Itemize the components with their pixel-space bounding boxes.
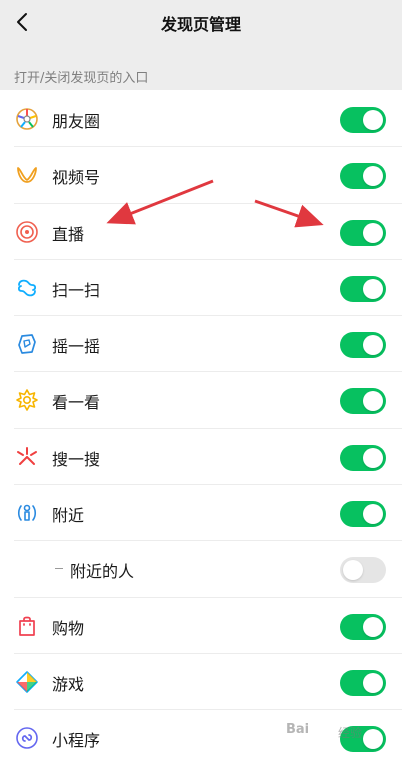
shake-icon (15, 332, 39, 356)
list-item-search[interactable]: 搜一搜 (0, 428, 402, 486)
game-icon (15, 670, 39, 694)
toggle-switch[interactable] (340, 388, 386, 415)
list-item-games[interactable]: 游戏 (0, 653, 402, 711)
list-item-nearby[interactable]: 附近 (0, 485, 402, 542)
shopping-bag-icon (15, 614, 39, 638)
toggle-switch[interactable] (340, 613, 386, 640)
list-item-scan[interactable]: 扫一扫 (0, 259, 402, 317)
toggle-knob (363, 110, 383, 130)
toggle-knob (363, 391, 383, 412)
section-header-text: 打开/关闭发现页的入口 (14, 71, 149, 86)
toggle-knob (363, 616, 383, 637)
moments-icon (15, 107, 39, 131)
toggle-switch[interactable] (340, 107, 386, 133)
toggle-switch[interactable] (340, 163, 386, 190)
toggle-switch[interactable] (340, 669, 386, 696)
list-item-label: 附近的人 (70, 562, 135, 582)
toggle-knob (343, 560, 363, 581)
toggle-knob (363, 166, 383, 187)
channels-icon (15, 163, 39, 187)
toggle-switch[interactable] (340, 332, 386, 359)
toggle-knob (363, 335, 383, 356)
list-item-label: 附近 (52, 506, 85, 526)
scan-icon (15, 276, 39, 300)
nav-bar: 发现页管理 (0, 0, 402, 45)
search-icon (15, 445, 39, 469)
list-item-label: 游戏 (52, 674, 85, 694)
section-header: 打开/关闭发现页的入口 (0, 45, 402, 90)
list-item-moments[interactable]: 朋友圈 (0, 91, 402, 148)
list-item-people-nearby[interactable]: 附近的人 (0, 541, 402, 598)
toggle-switch[interactable] (340, 501, 386, 528)
list-item-label: 视频号 (52, 168, 101, 188)
top-stories-icon (15, 388, 39, 412)
toggle-switch[interactable] (340, 444, 386, 471)
list-item-shake[interactable]: 摇一摇 (0, 316, 402, 373)
baidu-watermark: Bai (286, 722, 310, 737)
list-item-live[interactable]: 直播 (0, 203, 402, 260)
toggle-switch[interactable] (340, 275, 386, 302)
baidu-watermark-sub: 经验 (338, 726, 363, 740)
list-item-label: 扫一扫 (52, 280, 101, 300)
list-item-channels[interactable]: 视频号 (0, 147, 402, 204)
list-item-label: 朋友圈 (52, 112, 101, 131)
toggle-switch[interactable] (340, 557, 386, 584)
toggle-knob (363, 729, 383, 750)
list-item-label: 搜一搜 (52, 449, 101, 469)
list-item-top-stories[interactable]: 看一看 (0, 372, 402, 429)
toggle-knob (363, 447, 383, 468)
toggle-knob (363, 672, 383, 693)
list-item-label: 摇一摇 (52, 337, 101, 357)
live-icon (15, 220, 39, 244)
discover-management-page: 发现页管理 打开/关闭发现页的入口 朋友圈 视频号 直播 扫一扫 摇一摇 看一看… (0, 0, 402, 766)
toggle-knob (363, 504, 383, 525)
toggle-knob (363, 222, 383, 243)
sub-item-dash (55, 568, 63, 570)
list-item-label: 看一看 (52, 393, 101, 413)
toggle-switch[interactable] (340, 219, 386, 246)
mini-program-icon (15, 726, 39, 750)
nearby-icon (15, 501, 39, 525)
discover-entry-list: 朋友圈 视频号 直播 扫一扫 摇一摇 看一看 搜一搜 附近 附近的人 购物 游戏… (0, 91, 402, 766)
list-item-label: 购物 (52, 618, 85, 638)
list-item-label: 小程序 (52, 731, 101, 751)
page-title: 发现页管理 (160, 15, 241, 34)
toggle-knob (363, 278, 383, 299)
list-item-shopping[interactable]: 购物 (0, 597, 402, 654)
list-item-label: 直播 (52, 224, 85, 244)
